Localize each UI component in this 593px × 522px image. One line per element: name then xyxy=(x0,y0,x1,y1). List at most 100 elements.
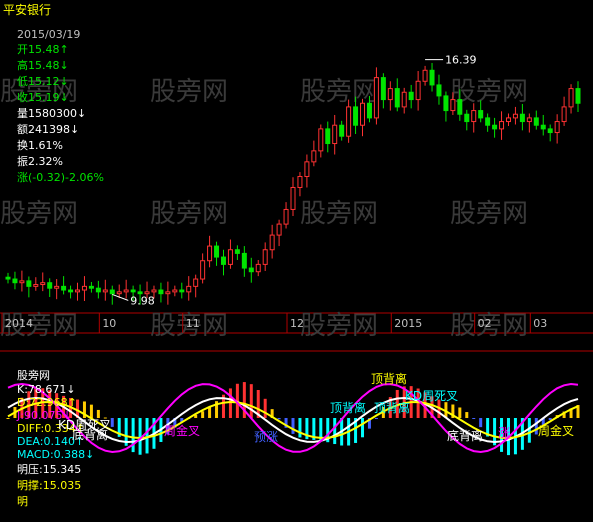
candle-body xyxy=(81,285,87,291)
candle-body xyxy=(415,80,421,101)
candle-body xyxy=(332,124,338,145)
indicator-support: 明撑:15.035 xyxy=(17,479,82,492)
candle-body xyxy=(12,278,18,284)
candle-body xyxy=(144,291,150,295)
date-label: 03 xyxy=(533,317,547,330)
candle-body xyxy=(207,245,213,262)
quote-high: 高15.48↓ xyxy=(17,59,69,72)
candle-body xyxy=(325,128,331,145)
candle-body xyxy=(109,289,115,295)
candle-body xyxy=(88,285,94,289)
candle-body xyxy=(172,289,178,293)
candle-body xyxy=(464,113,470,123)
candle-body xyxy=(255,263,261,273)
date-label: 12 xyxy=(290,317,304,330)
date-label: 02 xyxy=(478,317,492,330)
watermark-text: 股旁网 xyxy=(0,199,78,229)
macd-bar xyxy=(458,407,462,418)
candle-body xyxy=(360,102,366,126)
watermark-text: 股旁网 xyxy=(300,199,378,229)
candle-body xyxy=(443,95,449,112)
candle-body xyxy=(200,260,206,280)
candle-body xyxy=(304,161,310,177)
date-label: 11 xyxy=(186,317,200,330)
candle-body xyxy=(283,208,289,225)
macd-bar xyxy=(145,418,149,454)
candle-body xyxy=(214,245,220,258)
candle-body xyxy=(75,289,81,293)
candle-body xyxy=(220,256,226,265)
quote-bar: 2015/03/19 开15.48↑ 高15.48↓ 低15.12↓ 收15.1… xyxy=(3,15,104,198)
candle-body xyxy=(241,252,247,269)
candle-body xyxy=(193,278,199,287)
candle-body xyxy=(33,284,39,287)
candle-body xyxy=(526,117,532,123)
quote-volume: 量1580300↓ xyxy=(17,107,87,120)
candle-body xyxy=(505,117,511,123)
macd-bar xyxy=(263,398,267,418)
candle-body xyxy=(290,186,296,210)
quote-low: 低15.12↓ xyxy=(17,75,69,88)
annotation-bottom-divergence: 底背离 xyxy=(72,428,109,442)
macd-bar xyxy=(333,418,337,445)
annotation-top-divergence-3: 顶背离 xyxy=(374,401,411,415)
annotation-kd-weekly-dead: KD周死叉 xyxy=(405,389,459,403)
candle-body xyxy=(353,106,359,126)
candle-body xyxy=(401,91,407,108)
macd-bar xyxy=(201,411,205,418)
candle-body xyxy=(116,291,122,295)
candle-body xyxy=(339,124,345,137)
candle-body xyxy=(429,69,435,86)
candle-body xyxy=(485,117,491,126)
candle-body xyxy=(478,110,484,119)
candle-body xyxy=(394,88,400,108)
candle-body xyxy=(5,276,11,280)
annotation-top-divergence: 顶背离 xyxy=(371,372,408,386)
indicator-pressure: 明压:15.345 xyxy=(17,463,82,476)
macd-bar xyxy=(479,418,483,428)
candle-body xyxy=(471,110,477,123)
candle-body xyxy=(61,285,67,291)
candle-body xyxy=(26,280,32,287)
candle-body xyxy=(269,234,275,251)
candle-body xyxy=(95,287,101,293)
candle-body xyxy=(575,88,581,104)
macd-bar xyxy=(208,406,212,418)
annotation-prepare-rise: 预涨 xyxy=(254,430,279,444)
candle-body xyxy=(554,121,560,134)
quote-close: 收15.19↓ xyxy=(17,91,69,104)
watermark-text: 股旁网 xyxy=(150,77,228,107)
candle-body xyxy=(47,282,53,289)
annotation-weekly-golden-2: 周金叉 xyxy=(538,424,575,438)
candle-body xyxy=(19,280,25,284)
indicator-d: D:72.968↑ xyxy=(17,396,77,409)
watermark-text: 股旁网 xyxy=(300,77,378,107)
candle-body xyxy=(68,289,74,293)
indicator-name: 股旁网 xyxy=(17,369,50,382)
candle-body xyxy=(540,124,546,130)
candle-body xyxy=(457,99,463,115)
candle-body xyxy=(276,223,282,236)
quote-amplitude: 振2.32% xyxy=(17,155,63,168)
macd-bar xyxy=(465,412,469,418)
watermark-text: 股旁网 xyxy=(300,311,378,341)
candle-body xyxy=(179,289,185,293)
quote-change: 涨(-0.32)-2.06% xyxy=(17,171,104,184)
quote-turnover: 换1.61% xyxy=(17,139,63,152)
candle-body xyxy=(123,289,129,293)
macd-bar xyxy=(131,418,135,453)
macd-bar xyxy=(291,418,295,434)
candle-body xyxy=(165,291,171,295)
candle-body xyxy=(499,121,505,130)
macd-bar xyxy=(361,418,365,438)
candle-body xyxy=(492,124,498,130)
stock-chart-window: 股旁网 股旁网 股旁网 股旁网 股旁网 股旁网 股旁网 股旁网 股旁网 股旁网 股旁网 股旁网 201… xyxy=(0,0,593,508)
quote-date: 2015/03/19 xyxy=(17,28,81,41)
candle-body xyxy=(422,69,428,82)
macd-bar xyxy=(472,418,476,419)
candle-body xyxy=(311,150,317,163)
candle-body xyxy=(561,106,567,123)
annotation-rise: 涨 xyxy=(498,426,511,440)
macd-bar xyxy=(110,418,114,427)
candle-body xyxy=(380,77,386,101)
